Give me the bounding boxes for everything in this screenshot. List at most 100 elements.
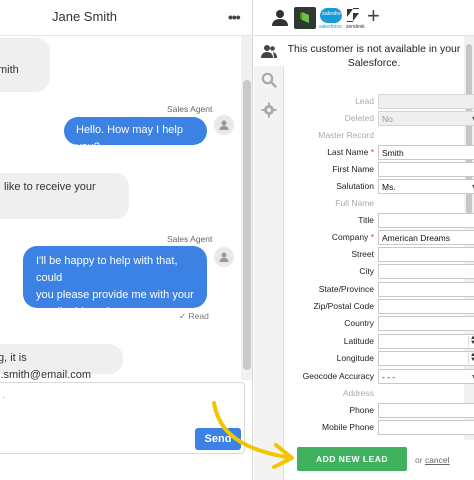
field-label: Phone [349,405,374,415]
state-input[interactable] [378,282,474,297]
field-address: Address [284,385,464,402]
city-input[interactable] [378,264,474,279]
not-found-line: This customer is not available in your [287,43,461,55]
field-label: Lead [355,96,374,106]
customer-message: g, it is j.smith@email.com [0,344,123,381]
cancel-area: or cancel [415,455,450,465]
composer-placeholder: . [2,389,6,401]
last-name-input[interactable]: Smith [378,145,474,160]
first-name-input[interactable] [378,162,474,177]
message-text: Hello. How may I help you? [76,124,183,153]
customer-message: like to receive your [0,173,129,219]
field-label: State/Province [318,284,374,294]
zip-input[interactable] [378,299,474,314]
not-found-message: This customer is not available in your S… [284,42,464,70]
field-label: City [359,266,374,276]
side-navigation [254,36,284,480]
agent-avatar [214,115,234,135]
agent-avatar [214,247,234,267]
field-city: City [284,263,474,280]
message-text: mith [0,64,19,76]
people-icon [261,45,277,58]
chat-header: Jane Smith ••• [0,0,252,36]
field-label: Country [344,318,374,328]
field-label: Street [351,249,374,259]
add-new-lead-button[interactable]: ADD NEW LEAD [297,447,407,471]
sender-label: Sales Agent [167,104,213,114]
message-text: g, it is j.smith@email.com [0,352,92,381]
not-found-line: Salesforce. [347,57,401,69]
field-latitude: Latitude ▲▼ [284,333,474,350]
deleted-select: No ▾ [378,111,474,126]
select-value: No [382,114,393,124]
mobile-phone-input[interactable] [378,420,474,435]
field-zip: Zip/Postal Code [284,298,474,315]
field-label: Salutation [336,181,374,191]
company-input[interactable]: American Dreams [378,230,474,245]
geocode-select[interactable]: - - - ▾ [378,369,474,384]
field-label: Full Name [335,198,374,208]
country-input[interactable] [378,316,474,331]
stepper-icon[interactable]: ▲▼ [468,335,474,347]
integration-panel: salesforce salesforce zendesk + This cus… [254,0,474,480]
field-label: Address [342,388,374,398]
zendesk-tab-label: zendesk [346,24,365,30]
chat-scrollbar-thumb[interactable] [243,80,251,370]
required-mark: * [370,232,374,242]
or-text: or [415,455,423,465]
field-first-name: First Name [284,161,474,178]
field-company: Company * American Dreams [284,229,474,246]
user-icon [219,252,229,262]
active-app-icon[interactable] [294,7,316,29]
salutation-select[interactable]: Ms. ▾ [378,179,474,194]
message-line: I'll be happy to help with that, could [36,255,178,284]
field-salutation: Salutation Ms. ▾ [284,178,474,195]
message-line: you please provide me with your [36,289,194,301]
field-state: State/Province [284,281,474,298]
person-icon[interactable] [272,9,288,26]
field-label-text: Last Name [327,147,369,157]
cancel-link[interactable]: cancel [425,455,450,465]
field-label: Latitude [343,336,374,346]
field-mobile-phone: Mobile Phone [284,419,474,436]
customer-message: mith [0,38,50,92]
field-label: Company * [332,232,374,242]
field-last-name: Last Name * Smith [284,144,474,161]
select-value: Ms. [382,182,396,192]
latitude-input[interactable]: ▲▼ [378,334,474,349]
title-input[interactable] [378,213,474,228]
message-line: like to receive your [4,181,96,193]
chat-panel: Jane Smith ••• mith Sales Agent Hello. H… [0,0,253,480]
field-geocode-accuracy: Geocode Accuracy - - - ▾ [284,368,474,385]
field-label: Deleted [344,113,374,123]
app-root: Jane Smith ••• mith Sales Agent Hello. H… [0,0,474,480]
zendesk-icon[interactable] [346,8,360,22]
field-title: Title [284,212,474,229]
more-horizontal-icon[interactable]: ••• [228,9,241,25]
field-lead: Lead [284,93,474,110]
agent-message: I'll be happy to help with that, could y… [23,246,207,318]
field-label: Last Name * [327,147,374,157]
street-input[interactable] [378,247,474,262]
search-icon[interactable] [261,72,277,88]
stepper-icon[interactable]: ▲▼ [468,352,474,364]
salesforce-icon[interactable]: salesforce [320,8,347,23]
gear-icon[interactable] [261,102,277,118]
field-label: Geocode Accuracy [302,371,374,381]
phone-input[interactable] [378,403,474,418]
longitude-input[interactable]: ▲▼ [378,351,474,366]
lead-input [378,94,474,109]
salesforce-tab-label: salesforce [319,24,342,30]
field-label: Title [358,215,374,225]
plus-icon[interactable]: + [367,4,380,28]
field-full-name: Full Name [284,195,464,212]
people-tab[interactable] [254,36,284,66]
send-button[interactable]: Send [195,428,241,450]
field-label: Zip/Postal Code [313,301,374,311]
message-line: email address? [36,306,111,318]
agent-message: Hello. How may I help you? [64,117,207,153]
field-longitude: Longitude ▲▼ [284,350,474,367]
select-value: - - - [382,372,396,382]
field-label: Mobile Phone [322,422,374,432]
field-label: Longitude [336,353,374,363]
